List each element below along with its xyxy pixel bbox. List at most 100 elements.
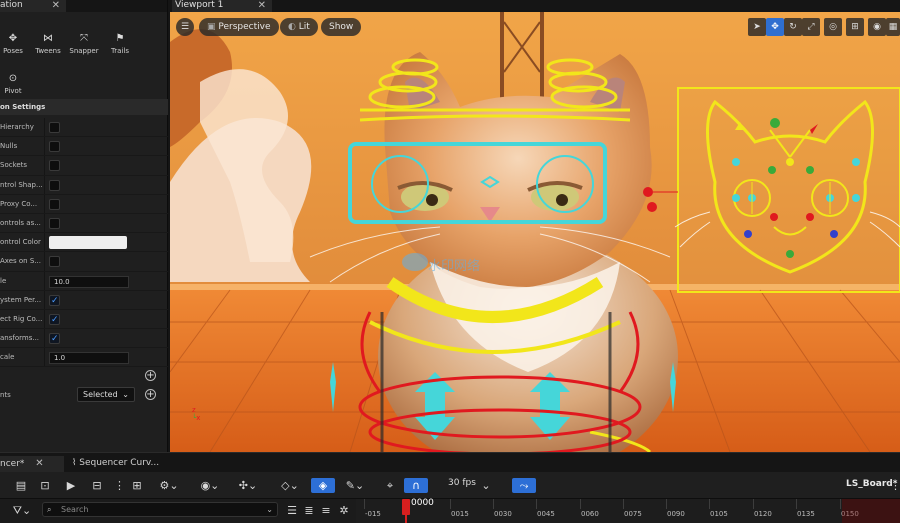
setting-checkbox[interactable] — [49, 256, 60, 268]
cube-icon: ▣ — [207, 22, 219, 32]
layout-button[interactable]: ▦ — [886, 18, 900, 36]
render-movie-icon[interactable]: ▶ — [64, 478, 78, 493]
setting-row: Sockets — [0, 156, 168, 176]
timeline-tick — [493, 499, 494, 509]
control-color-swatch[interactable] — [49, 236, 127, 250]
row-divider — [44, 252, 45, 271]
more-options-icon[interactable]: ⋮ — [114, 478, 125, 493]
tool-pivot[interactable]: ⊙ Pivot — [2, 74, 24, 96]
row-divider — [44, 118, 45, 137]
setting-row: ontrol Color — [0, 233, 168, 253]
tweens-icon: ⋈ — [43, 33, 53, 44]
scale-mode-button[interactable]: ⤢ — [802, 18, 820, 36]
actions-icon[interactable]: ⊞ — [128, 478, 146, 493]
left-tabbar: ation ✕ — [0, 0, 167, 12]
section-settings-header[interactable]: on Settings — [0, 99, 168, 115]
tab-sequencer[interactable]: ncer* ✕ — [0, 456, 64, 473]
auto-key-icon[interactable]: ◈ — [311, 478, 335, 493]
axis-x-icon: x — [196, 414, 201, 422]
setting-checkbox[interactable] — [49, 141, 60, 153]
filter-icon[interactable]: ⛛⌄ — [10, 503, 34, 518]
move-icon: ✥ — [771, 22, 779, 32]
translate-mode-button[interactable]: ✥ — [766, 18, 784, 36]
setting-checkbox[interactable] — [49, 179, 60, 191]
grid-icon: ▦ — [888, 22, 898, 32]
setting-label: Nulls — [0, 142, 18, 151]
timeline-tick-label: 0060 — [581, 510, 599, 518]
playback-options-icon[interactable]: ✣⌄ — [234, 478, 262, 493]
playhead[interactable] — [402, 499, 410, 515]
setting-checkbox[interactable] — [49, 330, 60, 347]
find-in-browser-icon[interactable]: ⊡ — [38, 478, 52, 493]
tab-sequencer-curves-label: Sequencer Curv... — [79, 458, 160, 468]
clapboard-icon[interactable]: ⊟ — [90, 478, 104, 493]
pin-icon[interactable]: ⌖ — [384, 478, 396, 493]
snap-button[interactable]: ⊞ — [846, 18, 864, 36]
setting-checkbox[interactable] — [49, 198, 60, 210]
cat-pupil-left — [426, 194, 438, 206]
list-icon[interactable]: ☰ — [286, 503, 298, 518]
timeline-tick-label: 0120 — [754, 510, 772, 518]
cat-pupil-right — [556, 194, 568, 206]
curve-editor-toggle-icon[interactable]: ⤳ — [512, 478, 536, 493]
list-icon[interactable]: ≡ — [320, 503, 332, 518]
row-divider — [44, 309, 45, 329]
tab-sequencer-curves[interactable]: ⌇ Sequencer Curv... — [72, 456, 168, 473]
show-label: Show — [329, 22, 354, 32]
setting-checkbox[interactable] — [49, 217, 60, 229]
tool-snapper[interactable]: ⤧ Snapper — [68, 33, 100, 56]
timeline-tick — [580, 499, 581, 509]
setting-checkbox[interactable] — [49, 122, 60, 133]
snapper-icon: ⤧ — [80, 33, 88, 44]
settings-icon[interactable]: ✲ — [338, 503, 350, 518]
edit-mode-icon[interactable]: ✎⌄ — [342, 478, 368, 493]
coordinate-space-button[interactable]: ◎ — [824, 18, 842, 36]
magnet-snap-icon[interactable]: ∩ — [404, 478, 428, 493]
face-control-board[interactable] — [674, 87, 900, 293]
key-tools-icon[interactable]: ⚙⌄ — [156, 478, 182, 493]
tool-poses-label: Poses — [3, 47, 23, 55]
timeline-ruler[interactable]: -015 0015 0030 0045 0060 0075 0090 0105 … — [356, 499, 900, 523]
lit-icon: ◐ — [288, 22, 299, 32]
select-mode-button[interactable]: ➤ — [748, 18, 766, 36]
viewport[interactable]: 水印网络 ☰ ▣ Perspective ◐ Lit Show ➤ ✥ ↻ ⤢ … — [170, 12, 900, 452]
setting-row: ntrol Shap... — [0, 175, 168, 195]
close-icon[interactable]: ✕ — [52, 0, 60, 11]
show-button[interactable]: Show — [321, 18, 362, 36]
tool-snapper-label: Snapper — [69, 47, 99, 55]
chevron-down-icon[interactable]: ⌄ — [480, 478, 492, 493]
close-icon[interactable]: ✕ — [258, 0, 266, 11]
close-icon[interactable]: ✕ — [35, 458, 43, 469]
setting-row: cale 1.0 — [0, 348, 168, 368]
add-icon[interactable]: + — [145, 370, 156, 381]
tool-trails[interactable]: ⚑ Trails — [108, 34, 132, 56]
components-dropdown[interactable]: Selected ⌄ — [77, 387, 135, 402]
key-type-icon[interactable]: ◇⌄ — [276, 478, 304, 493]
viewport-menu-button[interactable]: ☰ — [176, 18, 194, 36]
list-icon[interactable]: ≣ — [303, 503, 315, 518]
view-options-icon[interactable]: ◉⌄ — [196, 478, 224, 493]
tab-animation[interactable]: ation ✕ — [0, 0, 66, 12]
setting-checkbox[interactable] — [49, 311, 60, 328]
frame-rate-dropdown[interactable]: 30 fps — [448, 478, 476, 488]
perspective-button[interactable]: ▣ Perspective — [199, 18, 279, 36]
scale-field[interactable]: 1.0 — [49, 352, 129, 365]
tab-viewport-1[interactable]: Viewport 1 ✕ — [172, 0, 272, 12]
camera-speed-button[interactable]: ◉ — [868, 18, 886, 36]
tool-poses[interactable]: ✥ Poses — [2, 34, 24, 56]
axis-gizmo: z └x — [192, 406, 200, 422]
setting-row: Axes on S... — [0, 252, 168, 272]
add-icon[interactable]: + — [145, 389, 156, 400]
rotate-mode-button[interactable]: ↻ — [784, 18, 802, 36]
save-icon[interactable]: ▤ — [14, 478, 28, 493]
timeline-tick-label: 0090 — [667, 510, 685, 518]
setting-label: ystem Per... — [0, 295, 42, 304]
timeline-tick-label: 0030 — [494, 510, 512, 518]
setting-checkbox[interactable] — [49, 292, 60, 309]
lit-button[interactable]: ◐ Lit — [280, 18, 318, 36]
tool-tweens[interactable]: ⋈ Tweens — [33, 33, 63, 56]
scale-field[interactable]: 10.0 — [49, 275, 129, 288]
setting-checkbox[interactable] — [49, 160, 60, 172]
setting-label: ontrols as... — [0, 218, 41, 227]
search-input[interactable]: ⌕ Search ⌄ — [42, 502, 278, 517]
